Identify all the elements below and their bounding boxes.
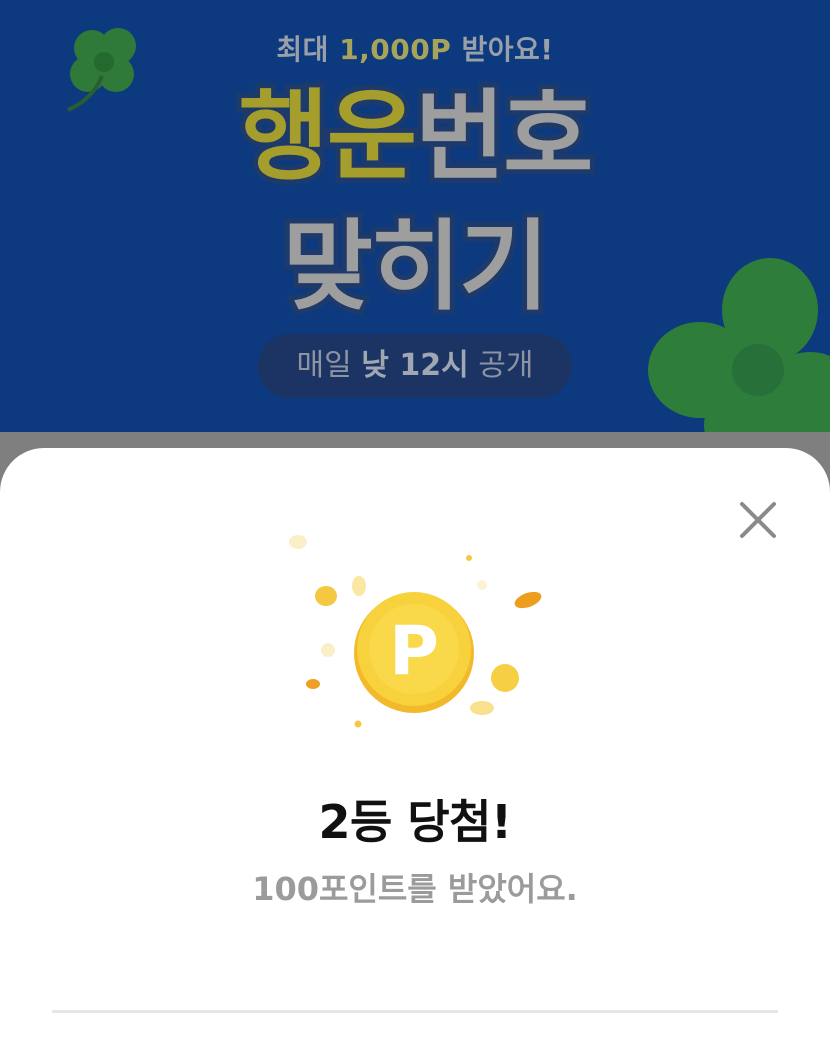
clover-icon xyxy=(648,258,830,432)
title-number: 번호 xyxy=(410,80,598,194)
banner-subtitle: 최대 1,000P 받아요! xyxy=(0,28,830,68)
subtitle-prefix: 최대 xyxy=(276,33,329,66)
banner-title-line1: 행운번호 xyxy=(0,80,830,194)
divider xyxy=(52,1010,778,1013)
schedule-time: 낮 12시 xyxy=(361,348,469,383)
close-icon[interactable] xyxy=(736,498,780,542)
result-sheet: P 2등 당첨! 100포인트를 받았어요. xyxy=(0,448,830,1048)
points-coin-illustration: P xyxy=(289,535,542,728)
title-lucky: 행운 xyxy=(234,80,422,194)
coin-label: P xyxy=(389,612,439,691)
result-headline: 2등 당첨! xyxy=(318,795,512,849)
result-message: 100포인트를 받았어요. xyxy=(252,870,578,908)
title-guess: 맞히기 xyxy=(278,210,555,324)
max-points: 1,000P xyxy=(339,33,452,66)
subtitle-suffix: 받아요! xyxy=(461,33,554,66)
event-banner: 최대 1,000P 받아요! 행운번호 맞히기 매일 낮 12시 공개 xyxy=(0,0,830,432)
schedule-prefix: 매일 xyxy=(296,348,352,383)
schedule-suffix: 공개 xyxy=(478,348,534,383)
schedule-pill: 매일 낮 12시 공개 xyxy=(258,334,572,398)
